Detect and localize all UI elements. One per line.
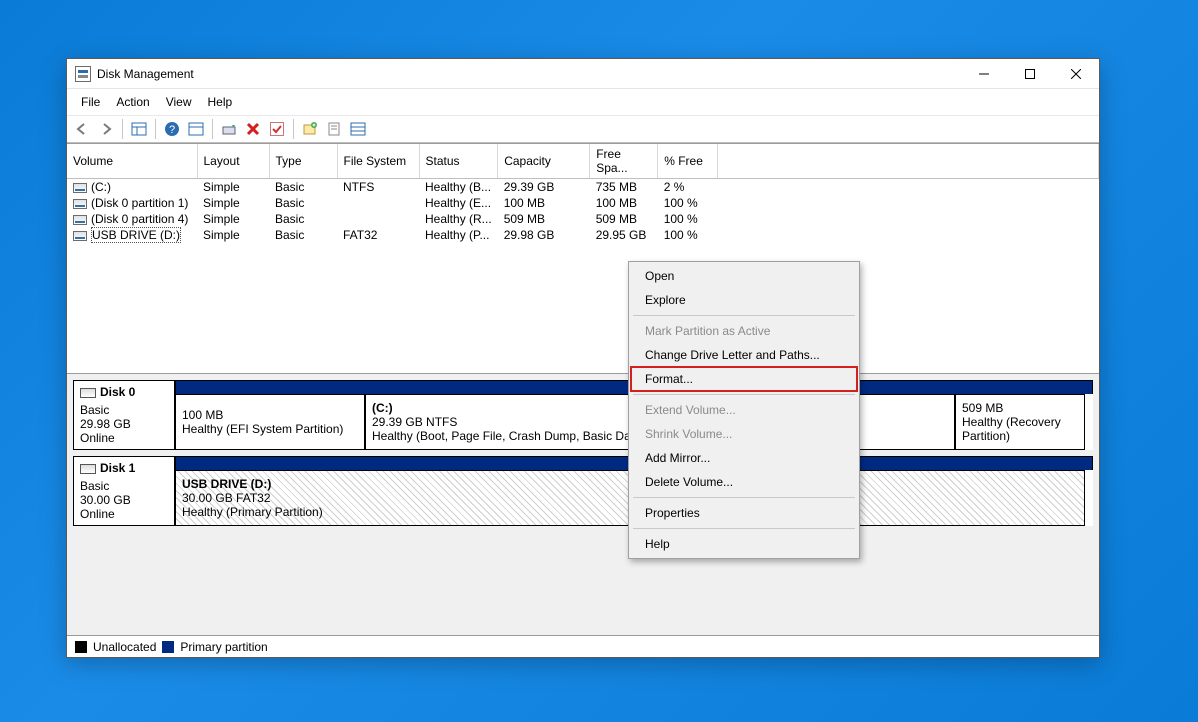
legend-unallocated-swatch xyxy=(75,641,87,653)
volume-row[interactable]: (Disk 0 partition 4)SimpleBasicHealthy (… xyxy=(67,211,1099,227)
menu-file[interactable]: File xyxy=(73,91,108,113)
column-header[interactable]: % Free xyxy=(658,144,718,179)
disk-row[interactable]: Disk 1Basic30.00 GBOnlineUSB DRIVE (D:)3… xyxy=(73,456,1093,526)
settings-icon[interactable] xyxy=(185,118,207,140)
menu-help[interactable]: Help xyxy=(200,91,241,113)
show-hide-tree-icon[interactable] xyxy=(128,118,150,140)
context-item[interactable]: Change Drive Letter and Paths... xyxy=(631,343,857,367)
context-item[interactable]: Explore xyxy=(631,288,857,312)
context-item: Shrink Volume... xyxy=(631,422,857,446)
disk-header[interactable]: Disk 0Basic29.98 GBOnline xyxy=(73,380,175,450)
context-item: Mark Partition as Active xyxy=(631,319,857,343)
maximize-button[interactable] xyxy=(1007,59,1053,89)
back-button[interactable] xyxy=(71,118,93,140)
context-menu[interactable]: OpenExplore Mark Partition as ActiveChang… xyxy=(628,261,860,559)
disk-graphical-view[interactable]: Disk 0Basic29.98 GBOnline100 MBHealthy (… xyxy=(67,374,1099,635)
volume-row[interactable]: USB DRIVE (D:)SimpleBasicFAT32Healthy (P… xyxy=(67,227,1099,243)
context-item[interactable]: Format... xyxy=(631,367,857,391)
forward-button[interactable] xyxy=(95,118,117,140)
legend-primary-label: Primary partition xyxy=(180,640,267,654)
check-icon[interactable] xyxy=(266,118,288,140)
volume-row[interactable]: (Disk 0 partition 1)SimpleBasicHealthy (… xyxy=(67,195,1099,211)
column-header[interactable]: Status xyxy=(419,144,498,179)
legend-primary-swatch xyxy=(162,641,174,653)
window-title: Disk Management xyxy=(97,67,194,81)
toolbar: ? xyxy=(67,115,1099,143)
app-icon xyxy=(75,66,91,82)
legend: Unallocated Primary partition xyxy=(67,635,1099,657)
column-header[interactable]: Layout xyxy=(197,144,269,179)
close-button[interactable] xyxy=(1053,59,1099,89)
partition[interactable]: 509 MBHealthy (Recovery Partition) xyxy=(955,394,1085,450)
volume-list[interactable]: VolumeLayoutTypeFile SystemStatusCapacit… xyxy=(67,144,1099,374)
column-header[interactable]: File System xyxy=(337,144,419,179)
disk-management-window: Disk Management File Action View Help ? xyxy=(66,58,1100,658)
menubar: File Action View Help xyxy=(67,89,1099,115)
context-item[interactable]: Help xyxy=(631,532,857,556)
content-area: VolumeLayoutTypeFile SystemStatusCapacit… xyxy=(67,143,1099,657)
properties-icon[interactable] xyxy=(323,118,345,140)
column-header[interactable]: Free Spa... xyxy=(590,144,658,179)
volume-row[interactable]: (C:)SimpleBasicNTFSHealthy (B...29.39 GB… xyxy=(67,179,1099,196)
column-header[interactable]: Capacity xyxy=(498,144,590,179)
context-item[interactable]: Delete Volume... xyxy=(631,470,857,494)
partition[interactable]: 100 MBHealthy (EFI System Partition) xyxy=(175,394,365,450)
context-item[interactable]: Add Mirror... xyxy=(631,446,857,470)
help-icon[interactable]: ? xyxy=(161,118,183,140)
legend-unallocated-label: Unallocated xyxy=(93,640,156,654)
column-header[interactable]: Volume xyxy=(67,144,197,179)
menu-view[interactable]: View xyxy=(158,91,200,113)
column-header[interactable]: Type xyxy=(269,144,337,179)
new-icon[interactable] xyxy=(299,118,321,140)
disk-row[interactable]: Disk 0Basic29.98 GBOnline100 MBHealthy (… xyxy=(73,380,1093,450)
disk-header[interactable]: Disk 1Basic30.00 GBOnline xyxy=(73,456,175,526)
menu-action[interactable]: Action xyxy=(108,91,157,113)
context-item: Extend Volume... xyxy=(631,398,857,422)
context-item[interactable]: Open xyxy=(631,264,857,288)
minimize-button[interactable] xyxy=(961,59,1007,89)
context-item[interactable]: Properties xyxy=(631,501,857,525)
svg-text:?: ? xyxy=(169,124,175,136)
list-icon[interactable] xyxy=(347,118,369,140)
titlebar[interactable]: Disk Management xyxy=(67,59,1099,89)
refresh-icon[interactable] xyxy=(218,118,240,140)
delete-icon[interactable] xyxy=(242,118,264,140)
